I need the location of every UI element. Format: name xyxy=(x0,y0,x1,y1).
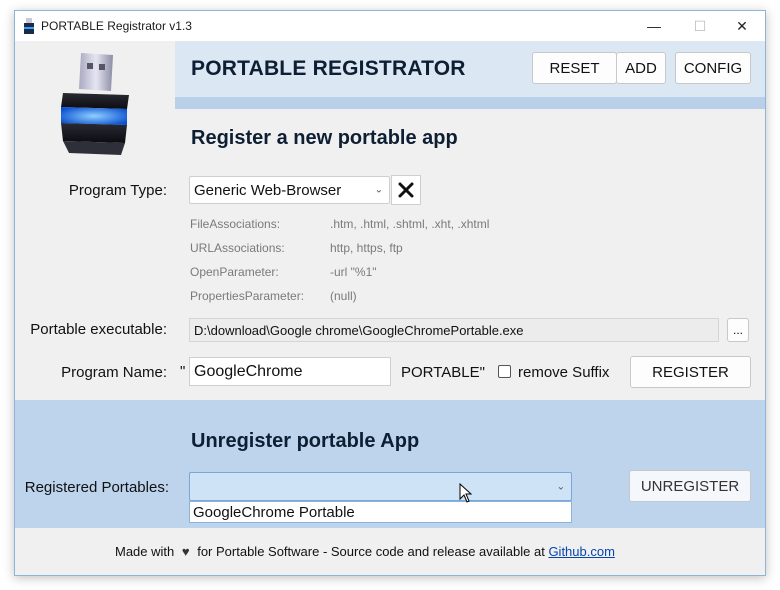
close-button[interactable]: ✕ xyxy=(719,11,765,41)
info-key-properties-parameter: PropertiesParameter: xyxy=(190,289,305,303)
remove-suffix-label[interactable]: remove Suffix xyxy=(518,364,609,381)
minimize-button[interactable]: — xyxy=(631,11,677,41)
register-button[interactable]: REGISTER xyxy=(630,356,751,388)
footer-text: Made with ♥ for Portable Software - Sour… xyxy=(115,544,615,559)
program-name-input[interactable]: GoogleChrome xyxy=(189,357,391,386)
program-name-label: Program Name: xyxy=(61,364,167,381)
portable-executable-field[interactable]: D:\download\Google chrome\GoogleChromePo… xyxy=(189,318,719,342)
registered-portables-option[interactable]: GoogleChrome Portable xyxy=(189,501,572,523)
browse-button[interactable]: ... xyxy=(727,318,749,342)
mouse-cursor-icon xyxy=(459,483,473,503)
program-type-value: Generic Web-Browser xyxy=(194,181,342,199)
chevron-down-icon: ⌄ xyxy=(374,184,383,196)
reset-button[interactable]: RESET xyxy=(532,52,617,84)
app-title: PORTABLE REGISTRATOR xyxy=(191,57,466,80)
remove-suffix-checkbox[interactable] xyxy=(498,365,511,378)
info-key-open-parameter: OpenParameter: xyxy=(190,265,279,279)
registered-portables-select[interactable]: ⌄ xyxy=(189,472,572,501)
usb-drive-logo xyxy=(61,53,129,155)
title-bar: PORTABLE Registrator v1.3 — ☐ ✕ xyxy=(15,11,765,41)
footer-made-with: Made with xyxy=(115,544,175,559)
info-value-url-associations: http, https, ftp xyxy=(330,241,403,255)
program-type-select[interactable]: Generic Web-Browser ⌄ xyxy=(189,176,390,204)
footer-description: for Portable Software - Source code and … xyxy=(197,544,545,559)
info-key-file-associations: FileAssociations: xyxy=(190,217,281,231)
info-key-url-associations: URLAssociations: xyxy=(190,241,285,255)
usb-app-icon xyxy=(24,18,34,34)
maximize-button[interactable]: ☐ xyxy=(677,11,723,41)
x-icon xyxy=(398,182,414,198)
clear-program-type-button[interactable] xyxy=(391,175,421,205)
unregister-section-title: Unregister portable App xyxy=(191,430,420,452)
program-name-suffix: PORTABLE" xyxy=(401,364,485,381)
chevron-down-icon: ⌄ xyxy=(556,481,565,492)
info-value-open-parameter: -url "%1" xyxy=(330,265,377,279)
program-name-open-quote: " xyxy=(180,363,186,380)
window-title: PORTABLE Registrator v1.3 xyxy=(41,19,192,33)
register-section-title: Register a new portable app xyxy=(191,127,458,149)
program-type-label: Program Type: xyxy=(68,182,167,199)
app-window: PORTABLE Registrator v1.3 — ☐ ✕ PORTABLE… xyxy=(14,10,766,576)
info-value-file-associations: .htm, .html, .shtml, .xht, .xhtml xyxy=(330,217,490,231)
config-button[interactable]: CONFIG xyxy=(675,52,751,84)
unregister-button[interactable]: UNREGISTER xyxy=(629,470,751,502)
github-link[interactable]: Github.com xyxy=(548,544,614,559)
header-stripe xyxy=(175,97,765,109)
heart-icon: ♥ xyxy=(181,544,190,559)
info-value-properties-parameter: (null) xyxy=(330,289,357,303)
add-button[interactable]: ADD xyxy=(616,52,666,84)
registered-portables-label: Registered Portables: xyxy=(24,479,169,496)
portable-executable-label: Portable executable: xyxy=(30,321,167,338)
